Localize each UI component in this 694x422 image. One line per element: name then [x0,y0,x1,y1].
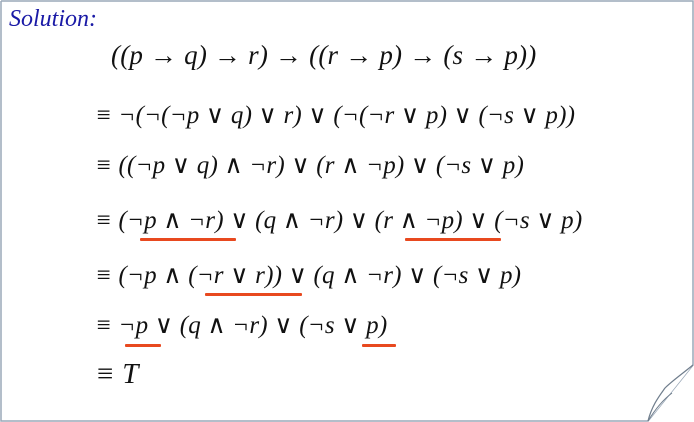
underline-not-r-or-r [205,293,302,296]
step-3: ≡ (¬p ∧ ¬r) ∨ (q ∧ ¬r) ∨ (r ∧ ¬p) ∨ (¬s … [95,207,583,234]
step-5: ≡ ¬p ∨ (q ∧ ¬r) ∨ (¬s ∨ p) [95,312,388,339]
solution-heading: Solution: [9,6,97,32]
original-statement: ((p → q) → r) → ((r → p) → (s → p)) [111,40,537,70]
underline-not-p [125,344,161,347]
step-4: ≡ (¬p ∧ (¬r ∨ r)) ∨ (q ∧ ¬r) ∨ (¬s ∨ p) [95,262,522,289]
underline-r-and-not-p [405,238,501,241]
step-1: ≡ ¬(¬(¬p ∨ q) ∨ r) ∨ (¬(¬r ∨ p) ∨ (¬s ∨ … [95,102,576,129]
step-6-tautology: ≡ T [95,358,139,390]
underline-or-p [362,344,396,347]
step-2: ≡ ((¬p ∨ q) ∧ ¬r) ∨ (r ∧ ¬p) ∨ (¬s ∨ p) [95,152,524,179]
slide-page: Solution: ((p → q) → r) → ((r → p) → (s … [0,0,694,422]
underline-not-p-and-not-r [140,238,236,241]
